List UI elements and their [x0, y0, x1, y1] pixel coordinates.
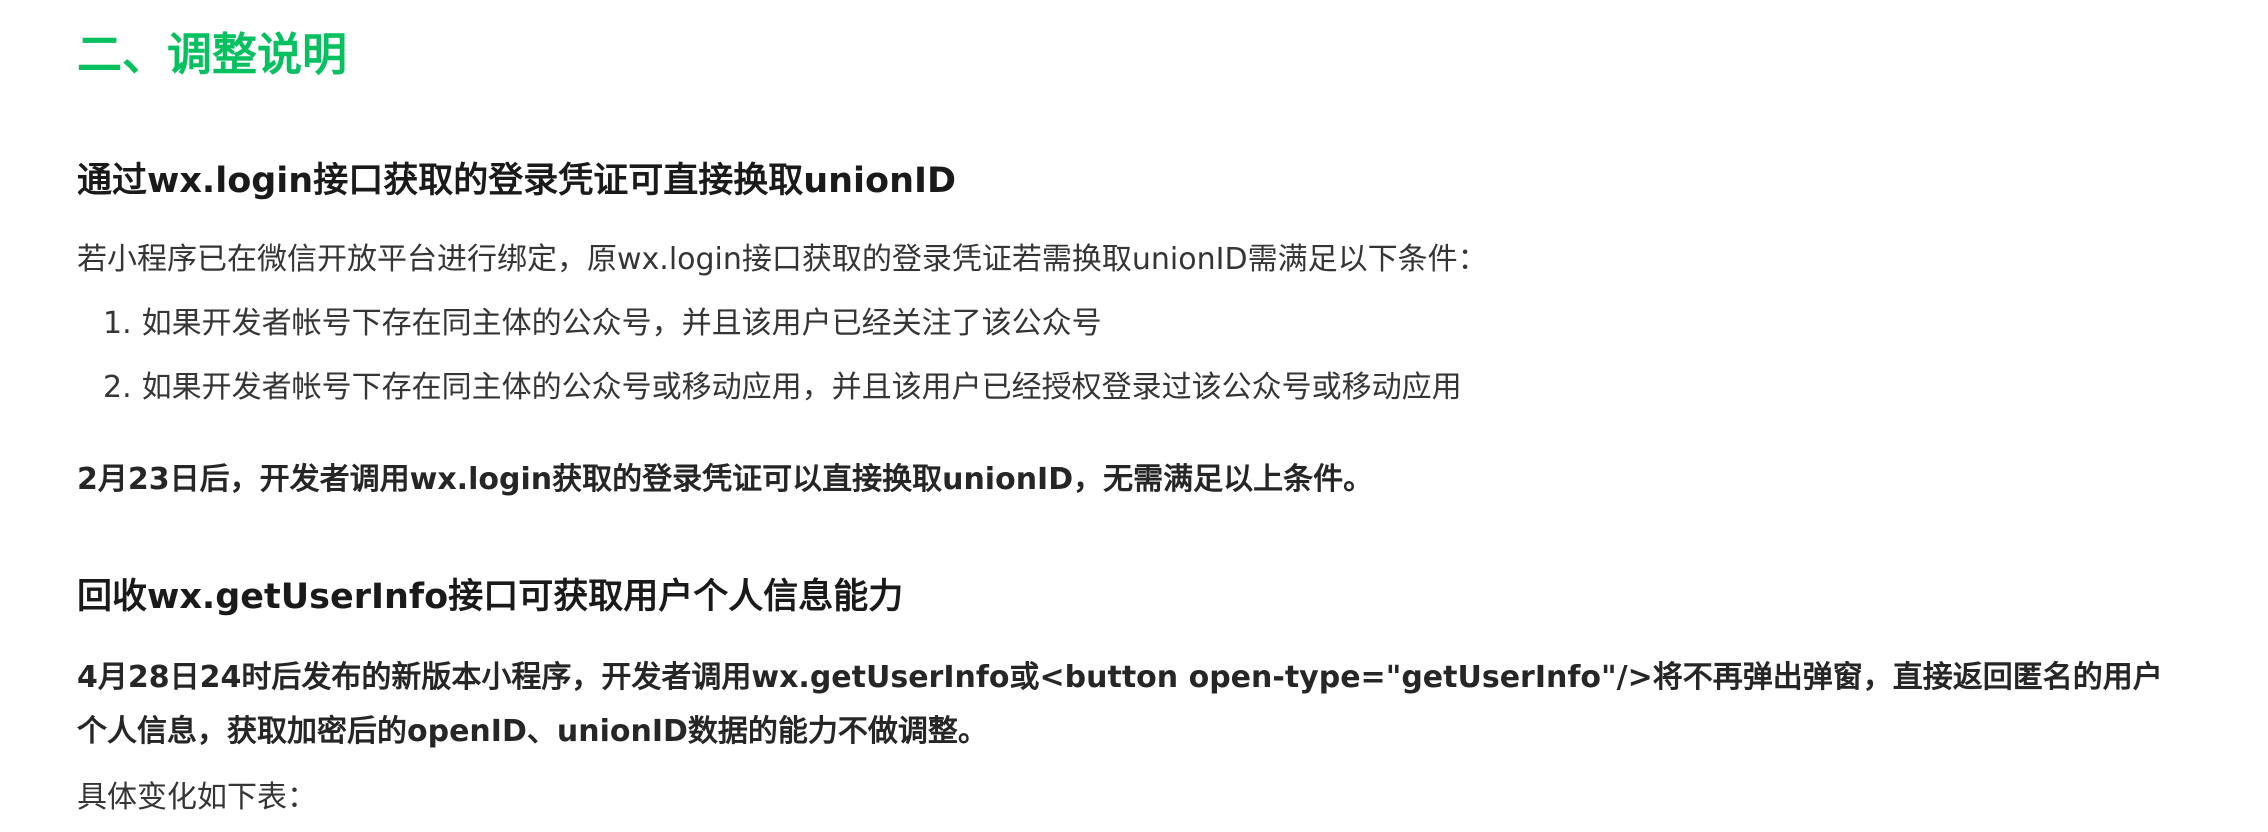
list-item: 1. 如果开发者帐号下存在同主体的公众号，并且该用户已经关注了该公众号: [103, 304, 1102, 344]
login-change-notice: 2月23日后，开发者调用wx.login获取的登录凭证可以直接换取unionID…: [77, 462, 1374, 497]
intro-paragraph: 若小程序已在微信开放平台进行绑定，原wx.login接口获取的登录凭证若需换取u…: [77, 242, 1488, 277]
list-number: 1.: [103, 306, 132, 341]
subsection-title-getuserinfo: 回收wx.getUserInfo接口可获取用户个人信息能力: [77, 577, 904, 617]
list-text: 如果开发者帐号下存在同主体的公众号，并且该用户已经关注了该公众号: [141, 306, 1102, 341]
list-text: 如果开发者帐号下存在同主体的公众号或移动应用，并且该用户已经授权登录过该公众号或…: [141, 370, 1462, 405]
table-intro: 具体变化如下表：: [77, 780, 317, 815]
getuserinfo-notice-line2: 个人信息，获取加密后的openID、unionID数据的能力不做调整。: [77, 714, 988, 749]
section-title: 二、调整说明: [77, 28, 348, 81]
subsection-title-unionid: 通过wx.login接口获取的登录凭证可直接换取unionID: [77, 161, 957, 201]
document-page: 二、调整说明 通过wx.login接口获取的登录凭证可直接换取unionID 若…: [0, 0, 2268, 832]
list-number: 2.: [103, 370, 132, 405]
list-item: 2. 如果开发者帐号下存在同主体的公众号或移动应用，并且该用户已经授权登录过该公众…: [103, 368, 1462, 408]
getuserinfo-notice-line1: 4月28日24时后发布的新版本小程序，开发者调用wx.getUserInfo或<…: [77, 660, 2163, 695]
